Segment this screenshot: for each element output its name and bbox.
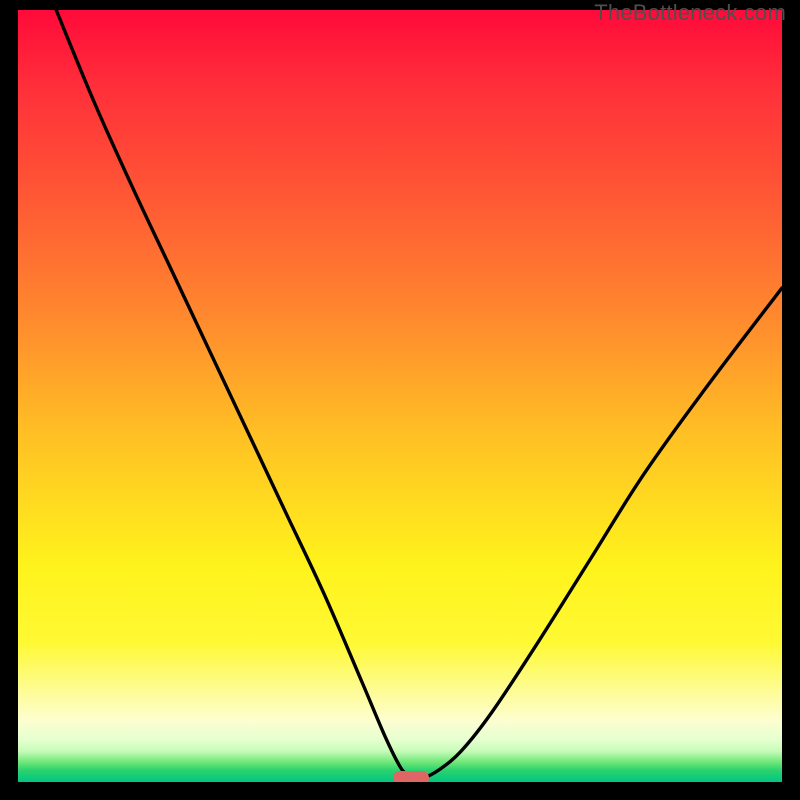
chart-frame: TheBottleneck.com: [0, 0, 800, 800]
plot-area: [18, 10, 782, 782]
watermark-text: TheBottleneck.com: [594, 0, 786, 26]
optimal-point-marker: [393, 771, 429, 782]
bottleneck-curve: [18, 10, 782, 782]
